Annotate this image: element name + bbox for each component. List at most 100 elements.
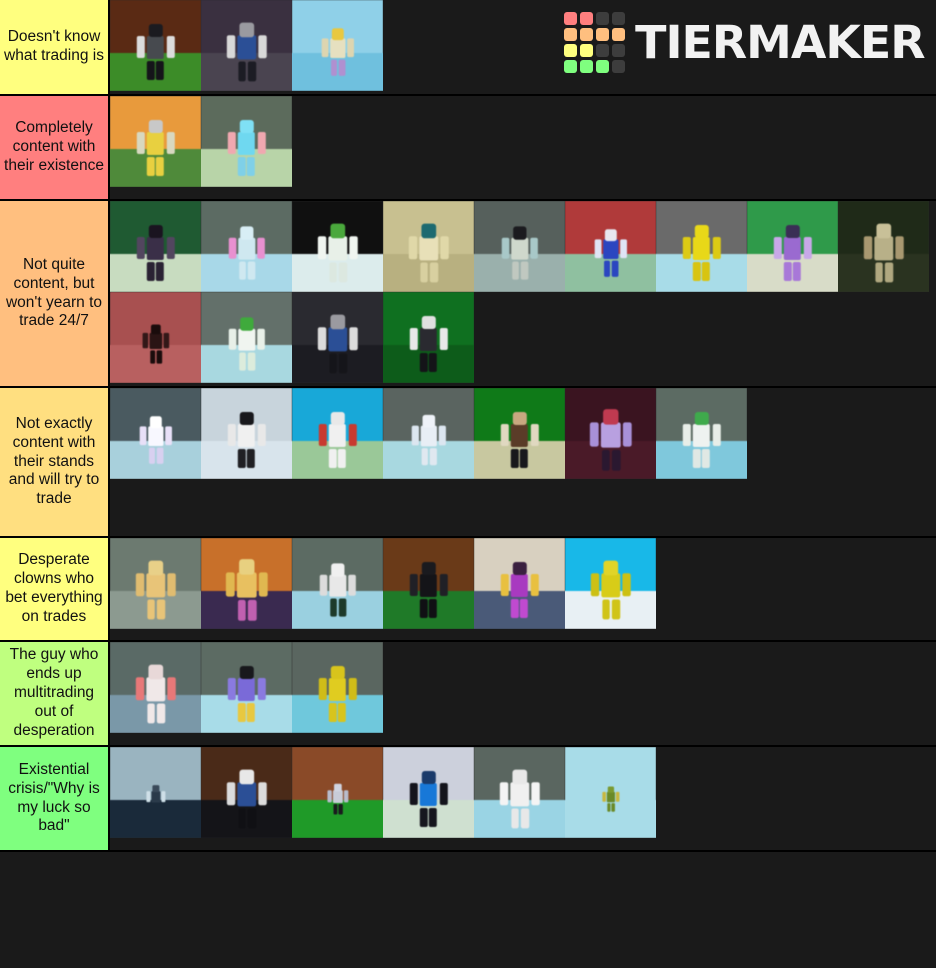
tier-row: Not exactly content with their stands an…	[0, 388, 936, 538]
blue-shirt-grey-avatar	[201, 0, 292, 91]
purple-checker-avatar	[747, 201, 838, 292]
silver-revolver-item	[292, 747, 383, 838]
tier-item-thumbnail[interactable]	[565, 388, 656, 479]
black-rainbow-crown-avatar	[383, 538, 474, 629]
tier-row: Desperate clowns who bet everything on t…	[0, 538, 936, 642]
pale-purple-stand-avatar	[383, 388, 474, 479]
tier-item-thumbnail[interactable]	[110, 0, 201, 91]
tier-items[interactable]	[110, 201, 936, 386]
tier-items[interactable]	[110, 0, 936, 94]
white-black-demon-avatar	[292, 538, 383, 629]
tier-list-container: TIERMAKER Doesn't know what trading is Co…	[0, 0, 936, 852]
tier-items[interactable]	[110, 747, 936, 850]
purple-black-hair-avatar	[201, 642, 292, 733]
tier-label[interactable]: Doesn't know what trading is	[0, 0, 110, 94]
brown-vest-avatar	[474, 388, 565, 479]
red-white-robe-avatar	[292, 388, 383, 479]
tier-item-thumbnail[interactable]	[110, 388, 201, 479]
tier-item-thumbnail[interactable]	[110, 96, 201, 187]
tier-item-thumbnail[interactable]	[292, 642, 383, 733]
yellow-gold-blocky-avatar	[565, 538, 656, 629]
tier-label[interactable]: Not exactly content with their stands an…	[0, 388, 110, 536]
tier-items[interactable]	[110, 642, 936, 745]
tier-item-thumbnail[interactable]	[292, 388, 383, 479]
tier-item-thumbnail[interactable]	[201, 96, 292, 187]
tier-item-thumbnail[interactable]	[747, 201, 838, 292]
tier-row: Existential crisis/"Why is my luck so ba…	[0, 747, 936, 852]
tier-row: The guy who ends up multitrading out of …	[0, 642, 936, 747]
blue-shirt-cap-avatar	[292, 292, 383, 383]
tier-row: Not quite content, but won't yearn to tr…	[0, 201, 936, 388]
teal-gold-mummy-avatar	[383, 201, 474, 292]
tier-item-thumbnail[interactable]	[656, 388, 747, 479]
tier-item-thumbnail[interactable]	[292, 747, 383, 838]
card-thrower-avatar	[383, 292, 474, 383]
green-white-hermit-avatar	[201, 292, 292, 383]
glowing-white-spirit-avatar	[110, 388, 201, 479]
tier-item-thumbnail[interactable]	[201, 747, 292, 838]
tier-label[interactable]: The guy who ends up multitrading out of …	[0, 642, 110, 745]
tier-item-thumbnail[interactable]	[110, 747, 201, 838]
tier-row: Doesn't know what trading is	[0, 0, 936, 96]
tier-label[interactable]: Not quite content, but won't yearn to tr…	[0, 201, 110, 386]
tier-item-thumbnail[interactable]	[110, 292, 201, 383]
tier-label[interactable]: Desperate clowns who bet everything on t…	[0, 538, 110, 640]
black-crown-stand-avatar	[201, 388, 292, 479]
tier-item-thumbnail[interactable]	[565, 538, 656, 629]
white-gold-angel-avatar	[474, 747, 565, 838]
tier-label[interactable]: Completely content with their existence	[0, 96, 110, 199]
tier-item-thumbnail[interactable]	[201, 538, 292, 629]
tier-item-thumbnail[interactable]	[565, 747, 656, 838]
deer-antler-ninja-avatar	[110, 0, 201, 91]
cyan-pink-mech-avatar	[201, 96, 292, 187]
tier-item-thumbnail[interactable]	[383, 538, 474, 629]
tier-items[interactable]	[110, 388, 936, 536]
dark-red-eyes-avatar	[110, 201, 201, 292]
tan-robot-avatar	[838, 201, 929, 292]
tier-item-thumbnail[interactable]	[474, 747, 565, 838]
tier-item-thumbnail[interactable]	[201, 292, 292, 383]
tier-items[interactable]	[110, 538, 936, 640]
tier-rows: Doesn't know what trading is Completely c…	[0, 0, 936, 852]
tier-item-thumbnail[interactable]	[565, 201, 656, 292]
golden-roman-avatar	[110, 538, 201, 629]
halo-purple-cloak-avatar	[565, 388, 656, 479]
tier-item-thumbnail[interactable]	[656, 201, 747, 292]
tier-item-thumbnail[interactable]	[383, 292, 474, 383]
tier-item-thumbnail[interactable]	[292, 201, 383, 292]
tier-items[interactable]	[110, 96, 936, 199]
tier-item-thumbnail[interactable]	[110, 538, 201, 629]
tier-item-thumbnail[interactable]	[201, 0, 292, 91]
gold-purple-star-avatar	[201, 538, 292, 629]
green-hat-spotted-avatar	[656, 388, 747, 479]
card-dealer-blue-shirt-avatar	[201, 747, 292, 838]
red-checkered-avatar	[110, 642, 201, 733]
yellow-green-gem-avatar	[292, 642, 383, 733]
yellow-blocky-avatar	[656, 201, 747, 292]
tier-item-thumbnail[interactable]	[201, 388, 292, 479]
tier-row: Completely content with their existence	[0, 96, 936, 201]
rainbow-mask-avatar	[383, 747, 474, 838]
tier-item-thumbnail[interactable]	[474, 538, 565, 629]
tier-item-thumbnail[interactable]	[292, 292, 383, 383]
tier-label[interactable]: Existential crisis/"Why is my luck so ba…	[0, 747, 110, 850]
pink-rabbit-avatar	[201, 201, 292, 292]
tier-item-thumbnail[interactable]	[383, 201, 474, 292]
tier-item-thumbnail[interactable]	[201, 642, 292, 733]
tier-item-thumbnail[interactable]	[292, 0, 383, 91]
tier-item-thumbnail[interactable]	[201, 201, 292, 292]
green-white-beast-avatar	[292, 201, 383, 292]
tier-item-thumbnail[interactable]	[838, 201, 929, 292]
green-slime-ball-item	[565, 747, 656, 838]
red-dark-sword-item	[110, 292, 201, 383]
tier-item-thumbnail[interactable]	[474, 388, 565, 479]
tier-item-thumbnail[interactable]	[110, 201, 201, 292]
purple-gold-star-platinum-avatar	[474, 538, 565, 629]
teal-tan-scarf-avatar	[474, 201, 565, 292]
tier-item-thumbnail[interactable]	[110, 642, 201, 733]
tier-item-thumbnail[interactable]	[383, 388, 474, 479]
blue-white-knight-avatar	[565, 201, 656, 292]
tier-item-thumbnail[interactable]	[383, 747, 474, 838]
tier-item-thumbnail[interactable]	[292, 538, 383, 629]
tier-item-thumbnail[interactable]	[474, 201, 565, 292]
